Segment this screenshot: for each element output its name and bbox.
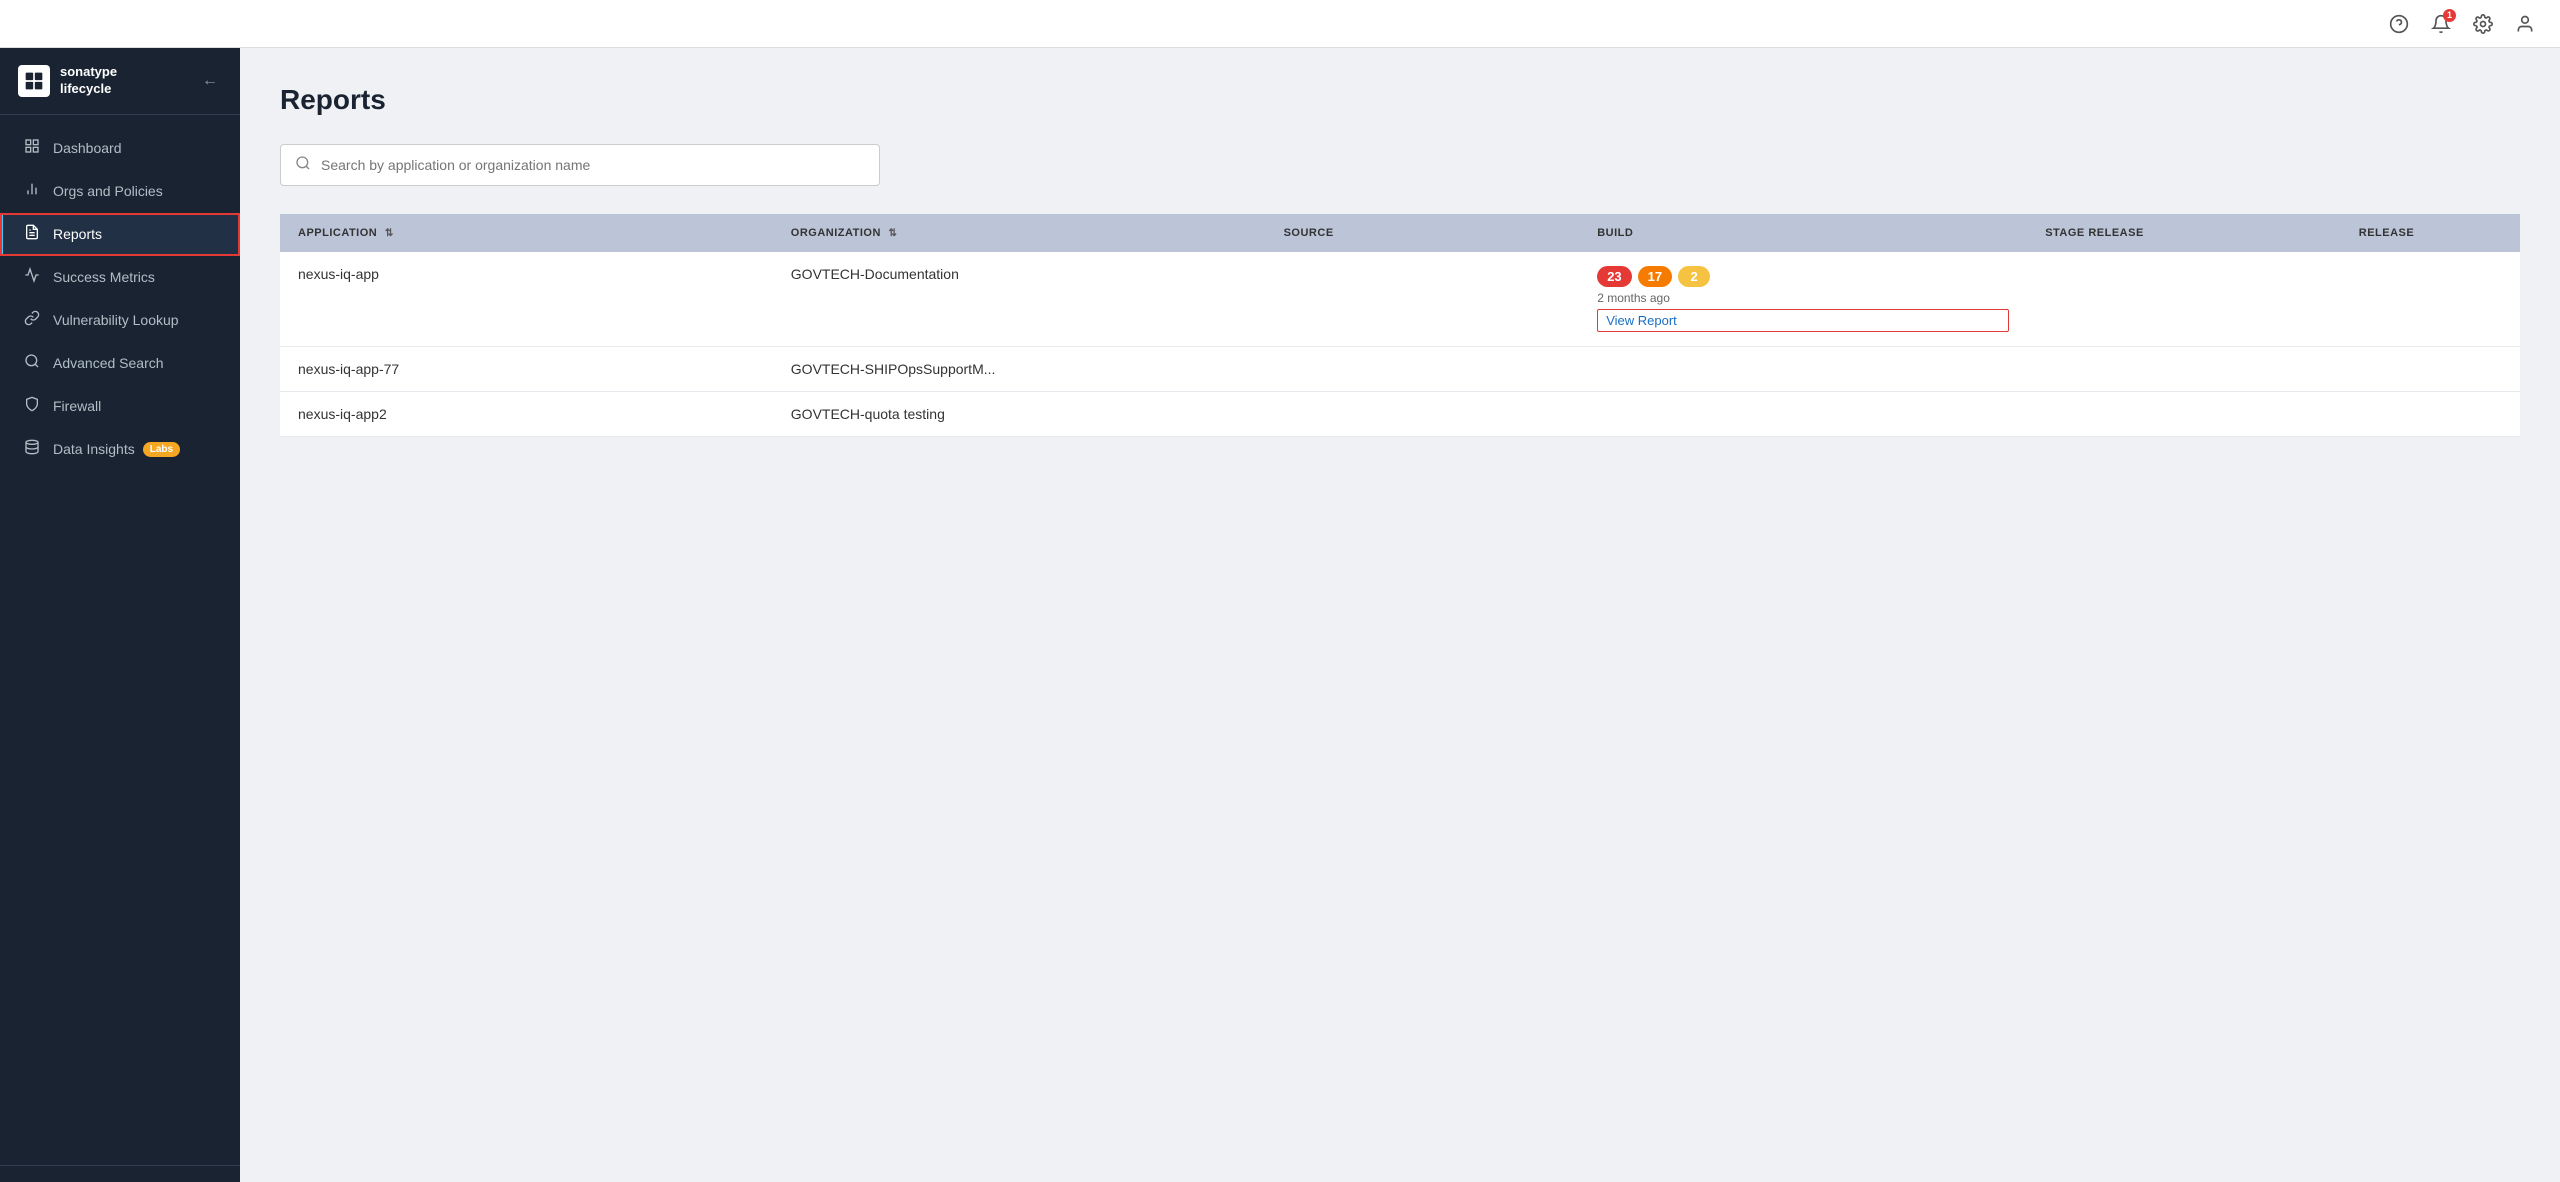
- badge-critical: 23: [1597, 266, 1631, 287]
- sidebar-item-data-insights[interactable]: Data Insights Labs: [0, 428, 240, 471]
- account-icon[interactable]: [2514, 13, 2536, 35]
- main-content: Reports APPLICATION ⇅ ORGANIZATION ⇅: [240, 48, 2560, 1182]
- sidebar-collapse-button[interactable]: ←: [198, 68, 222, 94]
- cell-stage-release: [2027, 252, 2341, 347]
- cell-release: [2341, 392, 2520, 437]
- cell-build: 23 17 2 2 months ago View Report: [1579, 252, 2027, 347]
- cell-application: nexus-iq-app-77: [280, 347, 773, 392]
- sidebar-item-label: Dashboard: [53, 140, 122, 156]
- app-container: sonatype lifecycle ← Dashboard Orgs and …: [0, 48, 2560, 1182]
- col-stage-release: STAGE RELEASE: [2027, 214, 2341, 252]
- sidebar-item-label: Reports: [53, 226, 102, 242]
- firewall-icon: [23, 396, 41, 417]
- sidebar-item-vulnerability-lookup[interactable]: Vulnerability Lookup: [0, 299, 240, 342]
- logo-icon: [18, 65, 50, 97]
- sidebar-item-label: Success Metrics: [53, 269, 155, 285]
- sidebar-item-firewall[interactable]: Firewall: [0, 385, 240, 428]
- cell-organization: GOVTECH-SHIPOpsSupportM...: [773, 347, 1266, 392]
- sidebar-logo: sonatype lifecycle ←: [0, 48, 240, 115]
- cell-source: [1266, 392, 1580, 437]
- cell-organization: GOVTECH-quota testing: [773, 392, 1266, 437]
- view-report-link[interactable]: View Report: [1597, 309, 2009, 332]
- badge-severe: 17: [1638, 266, 1672, 287]
- notification-count: 1: [2443, 9, 2456, 22]
- sort-icon-organization: ⇅: [888, 228, 897, 239]
- sidebar-footer: Release 162 Powered by Sonatype IQ Serve…: [0, 1165, 240, 1182]
- cell-source: [1266, 252, 1580, 347]
- col-release: RELEASE: [2341, 214, 2520, 252]
- cell-release: [2341, 252, 2520, 347]
- sidebar-item-label: Firewall: [53, 398, 101, 414]
- advanced-search-icon: [23, 353, 41, 374]
- sidebar-item-reports[interactable]: Reports: [0, 213, 240, 256]
- cell-stage-release: [2027, 392, 2341, 437]
- sidebar: sonatype lifecycle ← Dashboard Orgs and …: [0, 48, 240, 1182]
- build-time: 2 months ago: [1597, 291, 2009, 305]
- badge-moderate: 2: [1678, 266, 1710, 287]
- col-source: SOURCE: [1266, 214, 1580, 252]
- sidebar-item-label: Advanced Search: [53, 355, 164, 371]
- labs-badge: Labs: [143, 442, 180, 457]
- sidebar-item-orgs-policies[interactable]: Orgs and Policies: [0, 170, 240, 213]
- reports-table: APPLICATION ⇅ ORGANIZATION ⇅ SOURCE BUIL…: [280, 214, 2520, 437]
- reports-icon: [23, 224, 41, 245]
- sidebar-item-label: Orgs and Policies: [53, 183, 163, 199]
- table-row: nexus-iq-app GOVTECH-Documentation 23 17…: [280, 252, 2520, 347]
- cell-application: nexus-iq-app2: [280, 392, 773, 437]
- search-input[interactable]: [321, 157, 865, 173]
- dashboard-icon: [23, 138, 41, 159]
- col-organization[interactable]: ORGANIZATION ⇅: [773, 214, 1266, 252]
- settings-icon[interactable]: [2472, 13, 2494, 35]
- cell-release: [2341, 347, 2520, 392]
- table-header: APPLICATION ⇅ ORGANIZATION ⇅ SOURCE BUIL…: [280, 214, 2520, 252]
- cell-source: [1266, 347, 1580, 392]
- sidebar-item-success-metrics[interactable]: Success Metrics: [0, 256, 240, 299]
- col-build: BUILD: [1579, 214, 2027, 252]
- cell-build: [1579, 392, 2027, 437]
- build-badges: 23 17 2: [1597, 266, 2009, 287]
- cell-build: [1579, 347, 2027, 392]
- cell-application: nexus-iq-app: [280, 252, 773, 347]
- sidebar-item-advanced-search[interactable]: Advanced Search: [0, 342, 240, 385]
- col-application[interactable]: APPLICATION ⇅: [280, 214, 773, 252]
- search-icon: [295, 155, 311, 176]
- top-bar: 1: [0, 0, 2560, 48]
- orgs-policies-icon: [23, 181, 41, 202]
- sidebar-item-dashboard[interactable]: Dashboard: [0, 127, 240, 170]
- table-body: nexus-iq-app GOVTECH-Documentation 23 17…: [280, 252, 2520, 437]
- build-cell: 23 17 2 2 months ago View Report: [1597, 266, 2009, 332]
- logo-text: sonatype lifecycle: [60, 64, 117, 98]
- sidebar-item-label: Vulnerability Lookup: [53, 312, 179, 328]
- data-insights-icon: [23, 439, 41, 460]
- success-metrics-icon: [23, 267, 41, 288]
- table-row: nexus-iq-app-77 GOVTECH-SHIPOpsSupportM.…: [280, 347, 2520, 392]
- sort-icon-application: ⇅: [385, 228, 394, 239]
- sidebar-nav: Dashboard Orgs and Policies Reports Succ…: [0, 115, 240, 1165]
- data-insights-label-area: Data Insights Labs: [53, 441, 180, 457]
- page-title: Reports: [280, 84, 2520, 116]
- vulnerability-icon: [23, 310, 41, 331]
- cell-organization: GOVTECH-Documentation: [773, 252, 1266, 347]
- search-bar[interactable]: [280, 144, 880, 186]
- sidebar-item-label: Data Insights: [53, 441, 135, 457]
- table-row: nexus-iq-app2 GOVTECH-quota testing: [280, 392, 2520, 437]
- cell-stage-release: [2027, 347, 2341, 392]
- help-icon[interactable]: [2388, 13, 2410, 35]
- notification-icon[interactable]: 1: [2430, 13, 2452, 35]
- logo-area: sonatype lifecycle: [18, 64, 117, 98]
